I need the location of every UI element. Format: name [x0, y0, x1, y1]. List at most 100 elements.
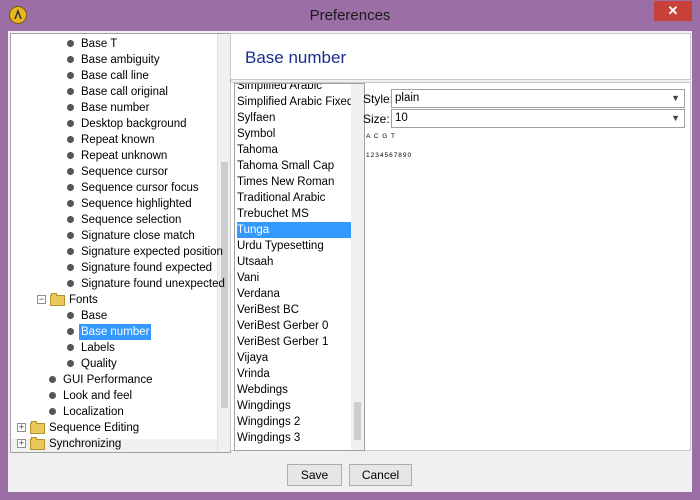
size-select[interactable]: 10 ▼ [391, 109, 685, 128]
tree-item-label: GUI Performance [63, 374, 153, 386]
tree-item-label: Look and feel [63, 390, 133, 402]
font-list-item[interactable]: Wingdings [237, 398, 291, 414]
expand-icon[interactable]: + [17, 439, 26, 448]
tree-item[interactable]: Base T [11, 36, 217, 52]
tree-item[interactable]: Sequence selection [11, 212, 217, 228]
font-list-scroll-thumb[interactable] [354, 402, 361, 440]
tree-item[interactable]: Base [11, 308, 217, 324]
chevron-down-icon[interactable]: ▼ [671, 90, 680, 107]
tree-item[interactable]: Base call original [11, 84, 217, 100]
dialog-body: Base T Base ambiguity Base call line Base c… [8, 31, 692, 492]
tree-item-label: Base call line [81, 70, 149, 82]
tree-item[interactable]: Sequence cursor focus [11, 180, 217, 196]
font-list-item[interactable]: Simplified Arabic Fixed [237, 94, 353, 110]
tree-item[interactable]: + Synchronizing [11, 436, 217, 452]
tree-item-label: Signature close match [81, 230, 195, 242]
font-list-item[interactable]: Symbol [237, 126, 275, 142]
tree-item[interactable]: Desktop background [11, 116, 217, 132]
tree-item[interactable]: Look and feel [11, 388, 217, 404]
tree-item[interactable]: Labels [11, 340, 217, 356]
style-value: plain [395, 92, 420, 104]
window-title: Preferences [309, 7, 391, 24]
tree-item-label: Repeat known [81, 134, 155, 146]
tree-item[interactable]: Signature found expected [11, 260, 217, 276]
font-list-item[interactable]: Urdu Typesetting [237, 238, 324, 254]
font-list-item[interactable]: Vijaya [237, 350, 268, 366]
title-bar[interactable]: Preferences ✕ [0, 0, 700, 31]
tree-item[interactable]: Signature found unexpected [11, 276, 225, 292]
font-list-item[interactable]: Trebuchet MS [237, 206, 309, 222]
preview-numbers: 1234567890 [366, 152, 413, 159]
tree-item-label: Signature found unexpected [81, 278, 225, 290]
tree-item-label: Localization [63, 406, 124, 418]
tree-item[interactable]: Base number [11, 100, 217, 116]
tree-item[interactable]: Quality [11, 356, 217, 372]
font-list-item[interactable]: VeriBest Gerber 0 [237, 318, 328, 334]
font-list-item[interactable]: Vrinda [237, 366, 270, 382]
tree-item[interactable]: Base number [11, 324, 217, 340]
leaf-bullet-icon [67, 264, 74, 271]
font-list-item[interactable]: Traditional Arabic [237, 190, 325, 206]
tree-item-label: Desktop background [81, 118, 187, 130]
tree-item[interactable]: − Fonts [11, 292, 217, 308]
tree-item[interactable]: Signature close match [11, 228, 217, 244]
collapse-icon[interactable]: − [37, 295, 46, 304]
tree-item-label: Base number [81, 102, 150, 114]
leaf-bullet-icon [67, 88, 74, 95]
tree-vertical-scrollbar[interactable] [217, 34, 230, 452]
leaf-bullet-icon [49, 408, 56, 415]
preferences-window: Preferences ✕ Base T Base ambiguity Base c… [0, 0, 700, 500]
tree-item[interactable]: Signature expected position [11, 244, 223, 260]
tree-item[interactable]: Base ambiguity [11, 52, 217, 68]
font-list-item[interactable]: Utsaah [237, 254, 273, 270]
font-list-item[interactable]: Times New Roman [237, 174, 334, 190]
tree-item[interactable]: + Sequence Editing [11, 420, 217, 436]
font-list-item[interactable]: VeriBest BC [237, 302, 299, 318]
tree-item-label: Sequence cursor [81, 166, 168, 178]
tree-item[interactable]: Base call line [11, 68, 217, 84]
font-list-item[interactable]: Tahoma [237, 142, 278, 158]
preferences-tree[interactable]: Base T Base ambiguity Base call line Base c… [10, 33, 231, 453]
font-list-item[interactable]: Vani [237, 270, 259, 286]
tree-item[interactable]: Sequence cursor [11, 164, 217, 180]
tree-item-label: Base [81, 310, 108, 322]
font-list-item[interactable]: Simplified Arabic [237, 84, 322, 94]
font-list-item[interactable]: Verdana [237, 286, 280, 302]
leaf-bullet-icon [67, 72, 74, 79]
font-list-scrollbar[interactable] [351, 84, 364, 450]
font-list-item[interactable]: Tahoma Small Cap [237, 158, 334, 174]
preview-bases: A C G T [366, 133, 396, 140]
leaf-bullet-icon [67, 200, 74, 207]
tree-item[interactable]: Localization [11, 404, 217, 420]
tree-item[interactable]: GUI Performance [11, 372, 217, 388]
leaf-bullet-icon [67, 40, 74, 47]
font-list-item[interactable]: Wingdings 2 [237, 414, 300, 430]
tree-item[interactable]: Sequence highlighted [11, 196, 217, 212]
leaf-bullet-icon [67, 168, 74, 175]
tree-item-label: Sequence Editing [49, 422, 140, 434]
cancel-button[interactable]: Cancel [349, 464, 412, 486]
tree-item-label: Sequence cursor focus [81, 182, 199, 194]
tree-item-label: Base call original [81, 86, 168, 98]
tree-item-label: Sequence selection [81, 214, 182, 226]
font-list-item[interactable]: Sylfaen [237, 110, 275, 126]
tree-item-label: Synchronizing [49, 438, 122, 450]
tree-item-label: Signature found expected [81, 262, 213, 274]
chevron-down-icon[interactable]: ▼ [671, 110, 680, 127]
leaf-bullet-icon [67, 344, 74, 351]
tree-item-label: Fonts [69, 294, 98, 306]
folder-icon [50, 293, 65, 306]
expand-icon[interactable]: + [17, 423, 26, 432]
save-button[interactable]: Save [287, 464, 342, 486]
font-list-item[interactable]: Wingdings 3 [237, 430, 300, 446]
tree-item[interactable]: Repeat unknown [11, 148, 217, 164]
font-list-item[interactable]: Webdings [237, 382, 288, 398]
style-select[interactable]: plain ▼ [391, 89, 685, 108]
tree-item[interactable]: Repeat known [11, 132, 217, 148]
close-button[interactable]: ✕ [654, 1, 692, 21]
size-value: 10 [395, 112, 408, 124]
font-list[interactable]: Wingdings 3 Wingdings 2 Wingdings Webdings V… [234, 83, 365, 451]
font-list-item[interactable]: Tunga [237, 222, 354, 238]
leaf-bullet-icon [67, 120, 74, 127]
font-list-item[interactable]: VeriBest Gerber 1 [237, 334, 328, 350]
